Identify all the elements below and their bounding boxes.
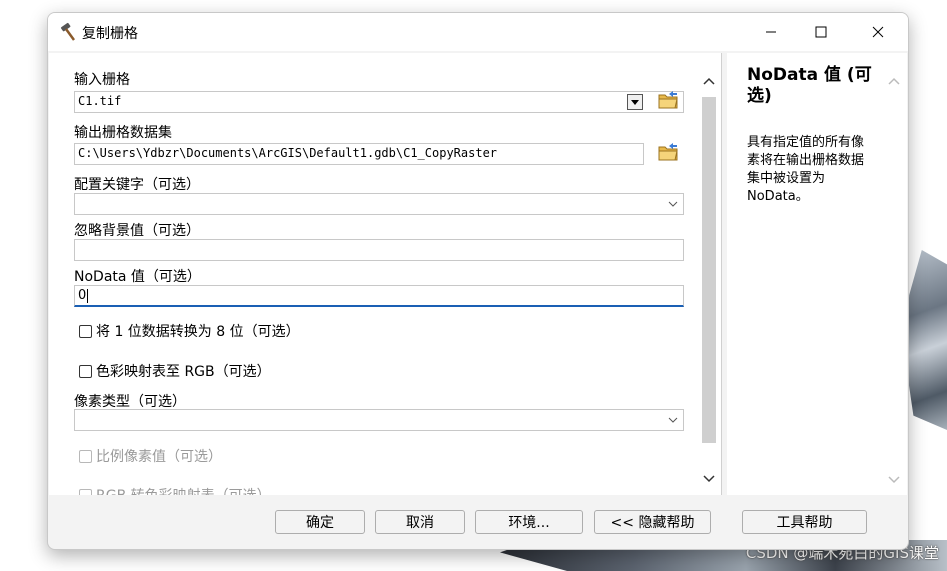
config-keyword-label: 配置关键字（可选） bbox=[74, 177, 200, 193]
ok-button[interactable]: 确定 bbox=[275, 510, 365, 534]
scale-pixel-label: 比例像素值（可选） bbox=[96, 449, 222, 465]
folder-icon bbox=[657, 142, 679, 166]
input-raster-combo[interactable]: C1.tif bbox=[74, 91, 684, 113]
output-dataset-field[interactable]: C:\Users\Ydbzr\Documents\ArcGIS\Default1… bbox=[74, 143, 644, 165]
browse-input-button[interactable] bbox=[656, 91, 680, 113]
config-keyword-combo[interactable] bbox=[74, 193, 684, 215]
help-scroll-up-icon[interactable] bbox=[887, 71, 901, 90]
pixel-type-label: 像素类型（可选） bbox=[74, 394, 186, 410]
hide-help-button[interactable]: << 隐藏帮助 bbox=[594, 510, 711, 534]
output-dataset-label: 输出栅格数据集 bbox=[74, 125, 172, 141]
text-caret bbox=[87, 288, 89, 303]
close-button[interactable] bbox=[855, 13, 901, 51]
checkbox-box bbox=[79, 449, 92, 463]
close-icon bbox=[872, 23, 884, 42]
tool-help-button[interactable]: 工具帮助 bbox=[742, 510, 867, 534]
scroll-up-icon[interactable] bbox=[702, 71, 716, 90]
colormap-rgb-checkbox[interactable]: 色彩映射表至 RGB（可选） bbox=[79, 361, 271, 381]
input-raster-label: 输入栅格 bbox=[74, 72, 130, 88]
maximize-button[interactable] bbox=[798, 13, 844, 51]
scrollbar-thumb[interactable] bbox=[702, 97, 716, 443]
checkbox-box bbox=[79, 488, 92, 495]
nodata-value: 0 bbox=[78, 288, 87, 303]
rgb-to-colormap-label: RGB 转色彩映射表（可选） bbox=[96, 485, 271, 495]
convert-1bit-label: 将 1 位数据转换为 8 位（可选） bbox=[96, 324, 300, 340]
title-bar[interactable]: 复制栅格 bbox=[48, 13, 908, 51]
checkbox-box bbox=[79, 364, 92, 378]
window-title: 复制栅格 bbox=[82, 26, 138, 42]
colormap-rgb-label: 色彩映射表至 RGB（可选） bbox=[96, 364, 271, 380]
convert-1bit-checkbox[interactable]: 将 1 位数据转换为 8 位（可选） bbox=[79, 321, 300, 341]
minimize-button[interactable] bbox=[748, 13, 794, 51]
checkbox-box bbox=[79, 324, 92, 338]
chevron-down-icon bbox=[665, 196, 681, 212]
hammer-icon bbox=[58, 22, 78, 42]
help-title: NoData 值 (可选) bbox=[747, 65, 872, 106]
nodata-field[interactable]: 0 bbox=[74, 285, 684, 307]
help-text: 具有指定值的所有像素将在输出栅格数据集中被设置为 NoData。 bbox=[747, 135, 865, 204]
ignore-background-label: 忽略背景值（可选） bbox=[74, 223, 200, 239]
dropdown-arrow-icon bbox=[631, 100, 639, 105]
pixel-type-combo[interactable] bbox=[74, 409, 684, 431]
minimize-icon bbox=[765, 23, 777, 42]
copy-raster-dialog: 复制栅格 输入栅格 C1.tif 输出栅格数据集 C:\Users\Ydbzr\… bbox=[47, 12, 909, 550]
form-scrollbar[interactable] bbox=[699, 67, 719, 487]
help-pane: NoData 值 (可选) 具有指定值的所有像素将在输出栅格数据集中被设置为 N… bbox=[727, 53, 907, 495]
background-rock-image bbox=[905, 250, 947, 430]
scale-pixel-checkbox: 比例像素值（可选） bbox=[79, 446, 222, 466]
browse-output-button[interactable] bbox=[656, 143, 680, 165]
nodata-label: NoData 值（可选） bbox=[74, 269, 201, 285]
scroll-down-icon[interactable] bbox=[702, 469, 716, 488]
rgb-to-colormap-checkbox: RGB 转色彩映射表（可选） bbox=[79, 485, 271, 495]
input-raster-value: C1.tif bbox=[78, 94, 122, 108]
parameters-pane: 输入栅格 C1.tif 输出栅格数据集 C:\Users\Ydbzr\Docum… bbox=[49, 53, 722, 495]
cancel-button[interactable]: 取消 bbox=[375, 510, 465, 534]
help-scroll-down-icon[interactable] bbox=[887, 470, 901, 489]
ignore-background-field[interactable] bbox=[74, 239, 684, 261]
chevron-down-icon bbox=[665, 412, 681, 428]
environments-button[interactable]: 环境... bbox=[475, 510, 583, 534]
maximize-icon bbox=[815, 23, 827, 42]
folder-icon bbox=[657, 90, 679, 114]
input-raster-dropdown-button[interactable] bbox=[627, 94, 643, 110]
